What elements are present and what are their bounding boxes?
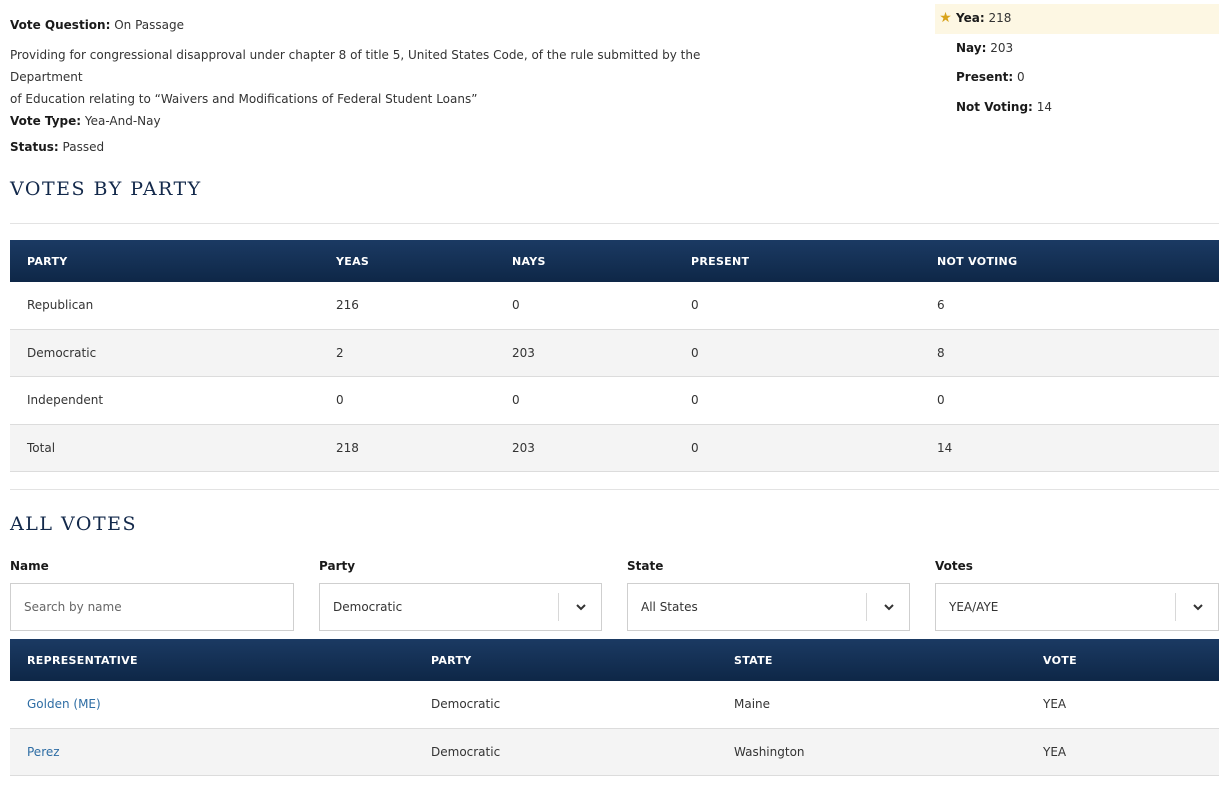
select-divider: [866, 593, 867, 621]
table-cell: 0: [674, 424, 920, 473]
vote-status: Status: Passed: [10, 140, 105, 154]
table-cell: 2: [319, 329, 495, 378]
table-cell: Maine: [717, 681, 1026, 729]
tally-yea: ★ Yea: 218: [935, 4, 1219, 34]
tally-present: Present: 0: [956, 70, 1025, 84]
column-header: PRESENT: [674, 240, 920, 282]
all-votes-title: ALL VOTES: [10, 513, 138, 535]
table-cell: 0: [495, 282, 674, 330]
votes-by-party-table: PARTY YEAS NAYS PRESENT NOT VOTING Repub…: [10, 240, 1219, 473]
table-cell: 0: [674, 282, 920, 330]
table-cell: 0: [495, 376, 674, 425]
table-cell: 0: [674, 329, 920, 378]
table-cell: 0: [319, 376, 495, 425]
votes-select-value: YEA/AYE: [949, 600, 999, 614]
name-filter-label: Name: [10, 559, 49, 573]
vote-question: Vote Question: On Passage: [10, 18, 184, 32]
select-divider: [558, 593, 559, 621]
table-row: Golden (ME) Democratic Maine YEA: [10, 681, 1219, 729]
table-cell: Democratic: [414, 681, 717, 729]
column-header: VOTE: [1026, 639, 1219, 681]
table-row: Republican 216 0 0 6: [10, 282, 1219, 330]
table-cell: YEA: [1026, 728, 1219, 777]
table-header-row: REPRESENTATIVE PARTY STATE VOTE: [10, 639, 1219, 681]
representative-link[interactable]: Golden (ME): [27, 697, 101, 711]
vote-tally: ★ Yea: 218 Nay: 203 Present: 0 Not Voting…: [935, 4, 1219, 122]
column-header: NAYS: [495, 240, 674, 282]
name-search-field: [10, 583, 294, 631]
tally-nay: Nay: 203: [956, 40, 1014, 55]
table-cell: Total: [10, 424, 319, 473]
table-row: Democratic 2 203 0 8: [10, 329, 1219, 378]
party-select[interactable]: Democratic: [319, 583, 602, 631]
vote-description-line-1: Providing for congressional disapproval …: [10, 48, 701, 84]
representative-link[interactable]: Perez: [27, 745, 60, 759]
table-cell: Independent: [10, 376, 319, 425]
table-cell: Democratic: [10, 329, 319, 378]
column-header: PARTY: [414, 639, 717, 681]
state-select-value: All States: [641, 600, 698, 614]
table-cell: 0: [674, 376, 920, 425]
divider: [10, 489, 1219, 490]
vote-info: Vote Question: On Passage Providing for …: [10, 14, 770, 158]
table-cell: 14: [920, 424, 1219, 473]
table-cell: Republican: [10, 282, 319, 330]
table-cell: 203: [495, 424, 674, 473]
party-select-value: Democratic: [333, 600, 403, 614]
table-row: Perez Democratic Washington YEA: [10, 728, 1219, 777]
table-cell: Washington: [717, 728, 1026, 777]
divider: [10, 223, 1219, 224]
chevron-down-icon: [576, 604, 586, 611]
table-cell: Perez: [10, 728, 414, 777]
select-divider: [1175, 593, 1176, 621]
table-cell: 218: [319, 424, 495, 473]
table-cell: 6: [920, 282, 1219, 330]
all-votes-table: REPRESENTATIVE PARTY STATE VOTE Golden (…: [10, 639, 1219, 777]
star-icon: ★: [939, 10, 952, 26]
table-cell: 203: [495, 329, 674, 378]
votes-select[interactable]: YEA/AYE: [935, 583, 1219, 631]
column-header: NOT VOTING: [920, 240, 1219, 282]
name-search-input[interactable]: [11, 584, 293, 630]
state-filter-label: State: [627, 559, 664, 573]
column-header: STATE: [717, 639, 1026, 681]
votes-filter-label: Votes: [935, 559, 973, 573]
column-header: PARTY: [10, 240, 319, 282]
chevron-down-icon: [1193, 604, 1203, 611]
table-cell: YEA: [1026, 681, 1219, 729]
column-header: REPRESENTATIVE: [10, 639, 414, 681]
table-cell: 0: [920, 376, 1219, 425]
vote-description-line-2: of Education relating to “Waivers and Mo…: [10, 92, 478, 106]
party-filter-label: Party: [319, 559, 356, 573]
tally-not-voting: Not Voting: 14: [956, 99, 1052, 114]
table-row: Independent 0 0 0 0: [10, 376, 1219, 425]
vote-type: Vote Type: Yea-And-Nay: [10, 114, 161, 128]
table-row-total: Total 218 203 0 14: [10, 424, 1219, 473]
table-cell: 216: [319, 282, 495, 330]
table-cell: Democratic: [414, 728, 717, 777]
column-header: YEAS: [319, 240, 495, 282]
table-header-row: PARTY YEAS NAYS PRESENT NOT VOTING: [10, 240, 1219, 282]
votes-by-party-title: VOTES BY PARTY: [10, 178, 202, 200]
chevron-down-icon: [884, 604, 894, 611]
state-select[interactable]: All States: [627, 583, 910, 631]
table-cell: 8: [920, 329, 1219, 378]
table-cell: Golden (ME): [10, 681, 414, 729]
